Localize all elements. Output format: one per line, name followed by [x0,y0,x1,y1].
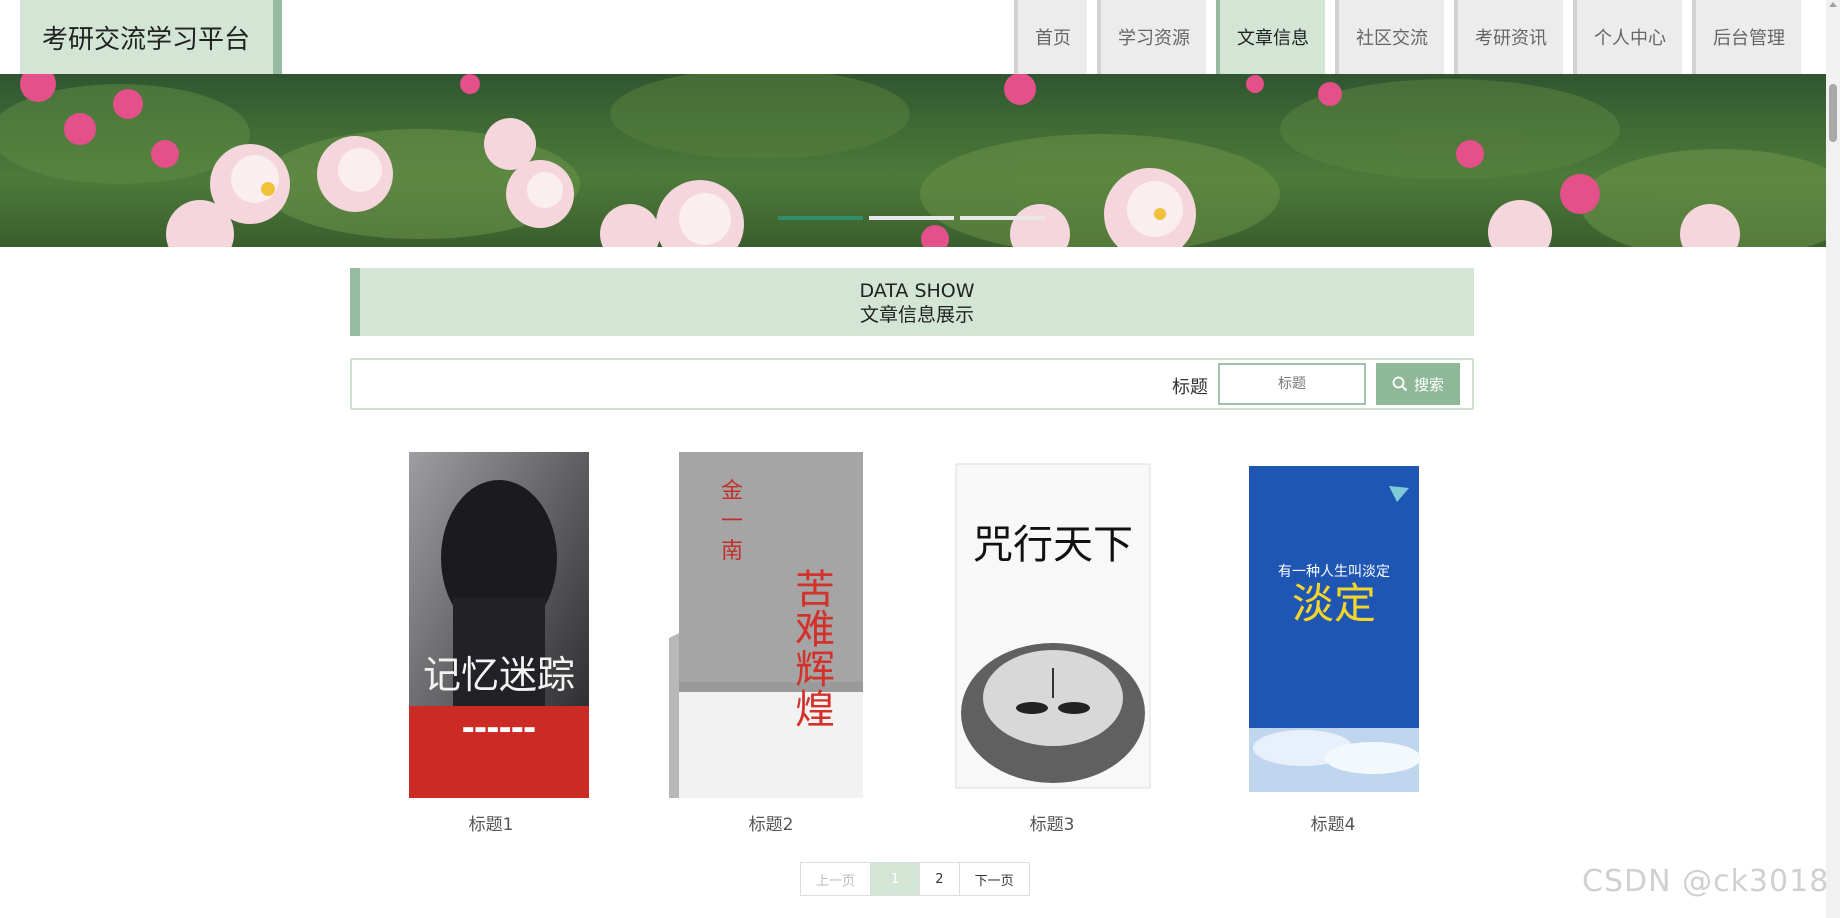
article-title[interactable]: 标题4 [1223,810,1443,835]
title-search-input[interactable] [1218,363,1366,405]
nav-label: 学习资源 [1118,28,1190,49]
nav-item-community[interactable]: 社区交流 [1335,0,1444,74]
search-icon [1392,376,1408,392]
section-title-cn: 文章信息展示 [859,304,974,326]
nav-label: 文章信息 [1237,28,1309,49]
page-2-button[interactable]: 2 [919,863,959,895]
banner-image [0,74,1826,247]
nav-item-home[interactable]: 首页 [1014,0,1087,74]
carousel-dot-3[interactable] [960,216,1045,220]
site-logo[interactable]: 考研交流学习平台 [20,0,282,74]
page-1-button[interactable]: 1 [870,863,920,895]
pagination: 上一页 1 2 下一页 [800,862,1030,896]
book-cover-image: 金 一 南 苦难辉煌 [669,452,863,798]
svg-text:金: 金 [721,479,743,504]
banner-carousel[interactable] [0,74,1826,247]
scroll-thumb[interactable] [1829,84,1837,142]
search-button-label: 搜索 [1413,375,1444,394]
svg-text:淡定: 淡定 [1292,579,1376,628]
article-card-3[interactable]: 咒行天下 标题3 [942,448,1162,835]
book-cover-text: 苦难辉煌 [788,568,834,728]
book-cover-text: 记忆迷踪 [423,653,575,697]
scroll-up-arrow-icon[interactable] [1829,2,1837,7]
nav-label: 后台管理 [1713,28,1785,49]
book-cover-text: 有一种人生叫淡定 [1278,564,1390,580]
carousel-dot-1[interactable] [778,216,863,220]
main-nav: 首页 学习资源 文章信息 社区交流 考研资讯 个人中心 后台管理 [1014,0,1801,74]
article-card-4[interactable]: 有一种人生叫淡定 淡定 标题4 [1223,448,1443,835]
search-button[interactable]: 搜索 [1376,363,1460,405]
carousel-indicators [778,216,1045,220]
carousel-dot-2[interactable] [869,216,954,220]
page-scrollbar[interactable] [1826,0,1840,918]
article-card-2[interactable]: 金 一 南 苦难辉煌 标题2 [661,448,881,835]
nav-label: 考研资讯 [1475,28,1547,49]
nav-item-personal-center[interactable]: 个人中心 [1573,0,1682,74]
watermark: CSDN @ck3018 [1582,864,1830,899]
nav-label: 个人中心 [1594,28,1666,49]
nav-item-study-resources[interactable]: 学习资源 [1097,0,1206,74]
book-cover-text: 咒行天下 [973,522,1133,568]
nav-label: 社区交流 [1356,28,1428,49]
nav-item-news[interactable]: 考研资讯 [1454,0,1563,74]
next-page-button[interactable]: 下一页 [958,863,1029,895]
top-header: 考研交流学习平台 首页 学习资源 文章信息 社区交流 考研资讯 个人中心 后台管… [0,0,1826,74]
article-card-1[interactable]: 记忆迷踪 ▬▬▬▬▬▬ 标题1 [381,448,601,835]
svg-text:南: 南 [721,539,743,564]
nav-item-articles[interactable]: 文章信息 [1216,0,1325,74]
search-bar: 标题 搜索 [350,358,1474,410]
search-label: 标题 [1172,377,1208,398]
svg-text:▬▬▬▬▬▬: ▬▬▬▬▬▬ [462,722,536,737]
article-title[interactable]: 标题3 [942,810,1162,835]
prev-page-button[interactable]: 上一页 [801,863,871,895]
book-cover-image: 记忆迷踪 ▬▬▬▬▬▬ [409,452,589,798]
book-cover-image: 有一种人生叫淡定 淡定 [1249,466,1421,792]
book-cover-image: 咒行天下 [955,463,1151,789]
site-title: 考研交流学习平台 [42,24,251,55]
svg-text:一: 一 [721,509,743,534]
section-title-en: DATA SHOW [859,280,975,302]
nav-item-admin[interactable]: 后台管理 [1692,0,1801,74]
article-title[interactable]: 标题1 [381,810,601,835]
article-title[interactable]: 标题2 [661,810,881,835]
section-header: DATA SHOW 文章信息展示 [350,268,1474,336]
nav-label: 首页 [1035,28,1071,49]
